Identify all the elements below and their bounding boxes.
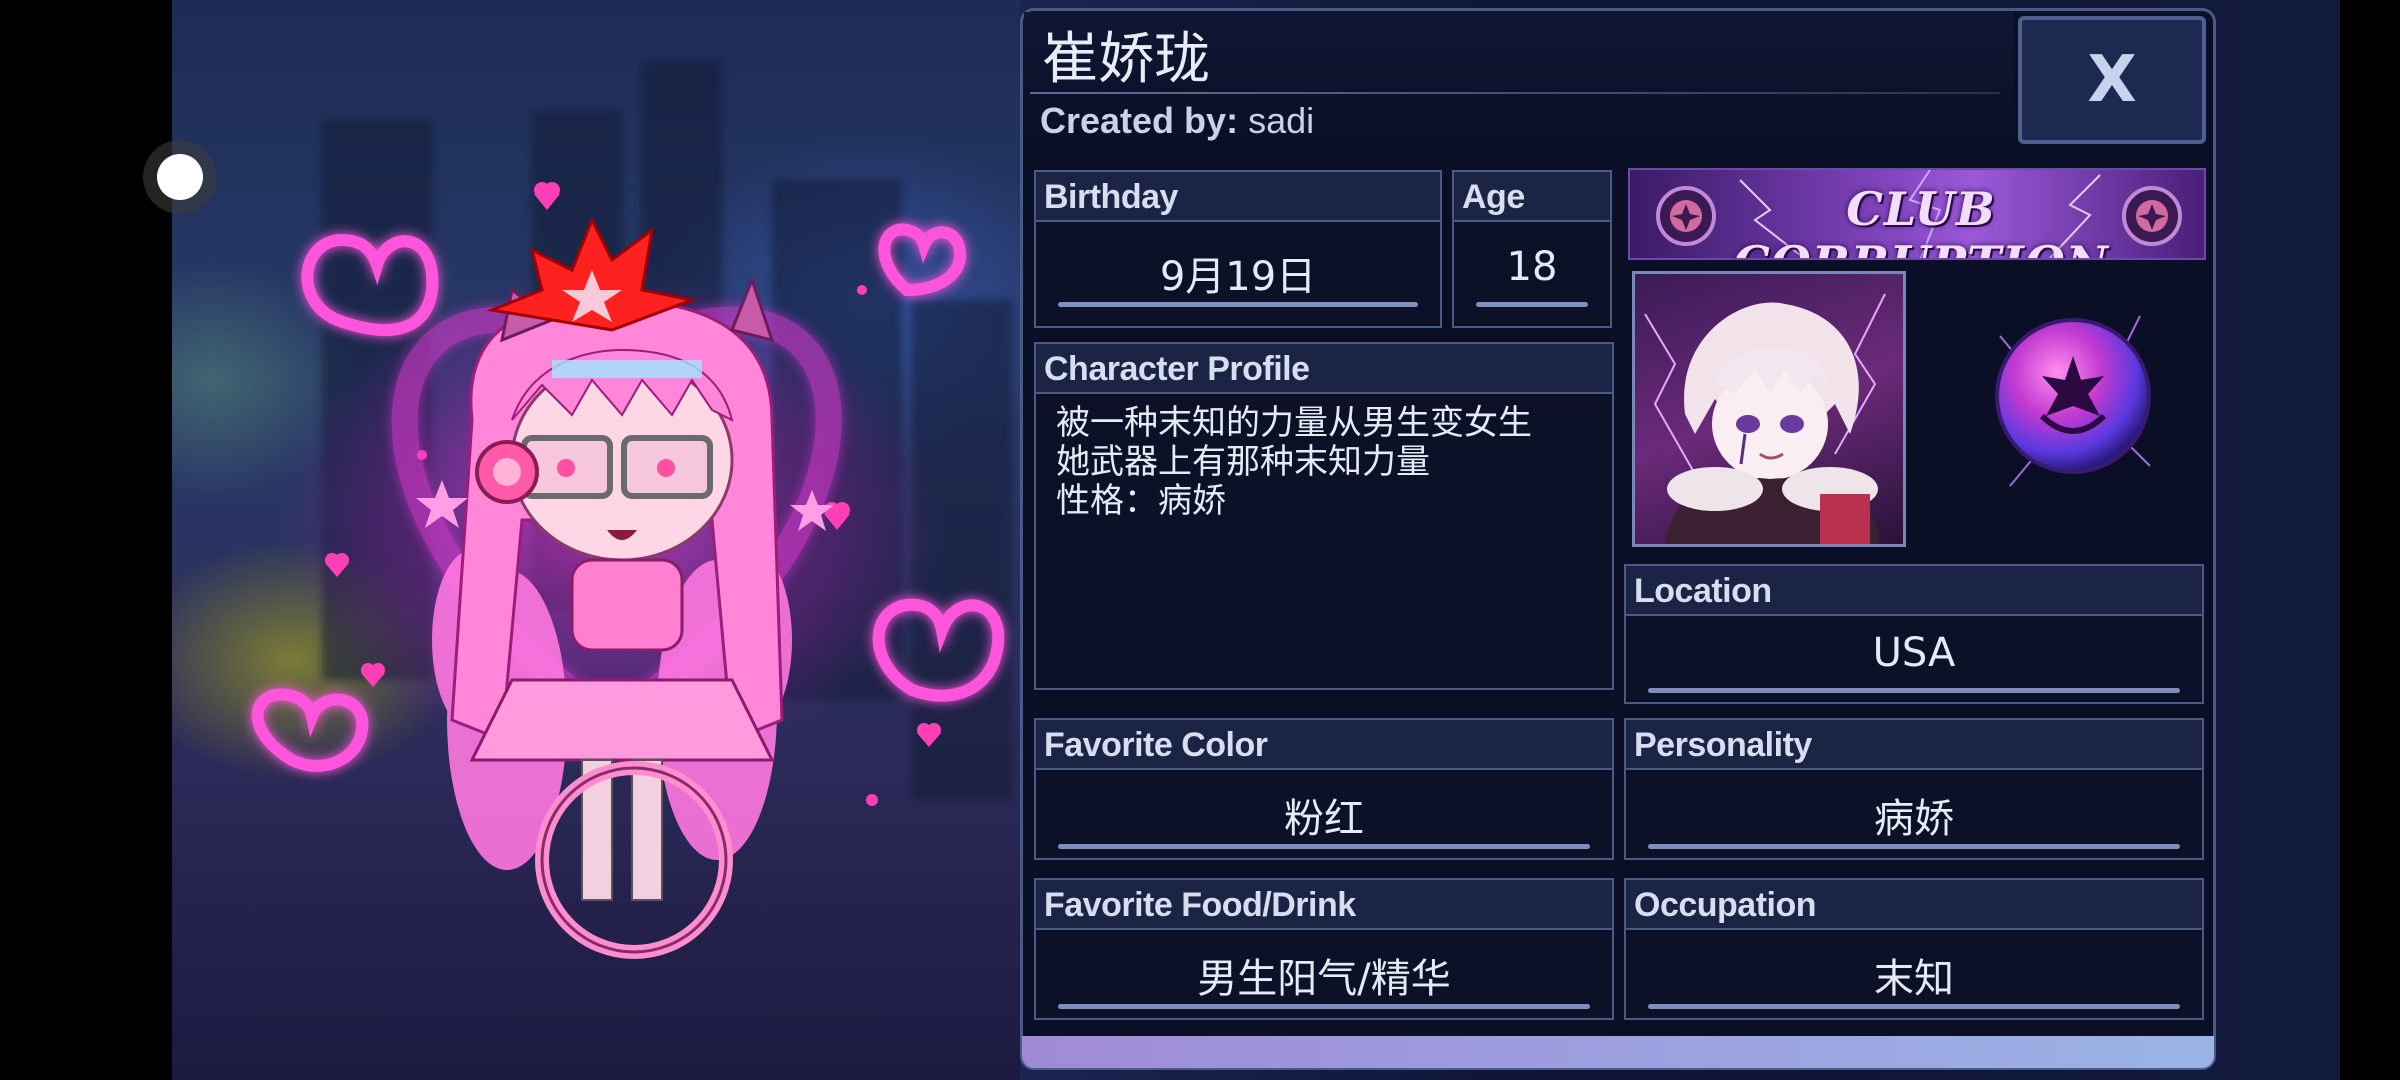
created-by-author: sadi <box>1248 100 1315 141</box>
club-banner: CLUB CORRUPTION <box>1628 168 2206 260</box>
favorite-color-box: Favorite Color 粉红 <box>1034 718 1614 860</box>
personality-underline <box>1648 844 2180 849</box>
character-portrait[interactable] <box>1632 271 1906 547</box>
header-divider <box>1030 92 2000 94</box>
neon-heart <box>301 233 439 336</box>
birthday-label: Birthday <box>1036 172 1440 222</box>
created-by-label: Created by: <box>1040 100 1239 141</box>
club-emblem-right-icon <box>2122 186 2182 246</box>
birthday-box: Birthday 9月19日 <box>1034 170 1442 328</box>
favorite-color-underline <box>1058 844 1590 849</box>
location-underline <box>1648 688 2180 693</box>
favorite-color-label: Favorite Color <box>1036 720 1612 770</box>
favorite-color-value: 粉红 <box>1284 796 1364 842</box>
favorite-food-value: 男生阳气/精华 <box>1197 956 1451 1002</box>
occupation-underline <box>1648 1004 2180 1009</box>
favorite-food-underline <box>1058 1004 1590 1009</box>
age-label: Age <box>1454 172 1610 222</box>
close-button[interactable]: X <box>2018 16 2206 144</box>
neon-heart <box>878 223 967 297</box>
personality-box: Personality 病娇 <box>1624 718 2204 860</box>
character-art <box>251 182 1005 959</box>
location-label: Location <box>1626 566 2202 616</box>
neon-heart <box>251 688 369 772</box>
personality-label: Personality <box>1626 720 2202 770</box>
club-name: CLUB CORRUPTION <box>1733 182 2108 258</box>
character-name: 崔娇珑 <box>1042 27 1210 92</box>
character-scene <box>172 0 1020 1080</box>
close-icon: X <box>2087 43 2137 117</box>
birthday-underline <box>1058 302 1418 307</box>
occupation-label: Occupation <box>1626 880 2202 930</box>
character-profile-box: Character Profile 被一种末知的力量从男生变女生 她武器上有那种… <box>1034 342 1614 690</box>
personality-value: 病娇 <box>1874 796 1954 842</box>
location-box: Location USA <box>1624 564 2204 704</box>
panel-footer-bar <box>1022 1036 2214 1068</box>
birthday-value: 9月19日 <box>1159 254 1317 300</box>
character-profile-label: Character Profile <box>1036 344 1612 394</box>
created-by: Created by: sadi <box>1040 100 1314 142</box>
screen-edge <box>2340 0 2400 1080</box>
skirt <box>469 678 775 762</box>
favorite-food-box: Favorite Food/Drink 男生阳气/精华 <box>1034 878 1614 1020</box>
age-underline <box>1476 302 1588 307</box>
occupation-value: 末知 <box>1874 956 1954 1002</box>
occupation-box: Occupation 末知 <box>1624 878 2204 1020</box>
location-value: USA <box>1872 630 1956 676</box>
age-box: Age 18 <box>1452 170 1612 328</box>
club-orb-icon <box>1995 315 2151 487</box>
floating-nav-button[interactable] <box>157 154 203 200</box>
favorite-food-label: Favorite Food/Drink <box>1036 880 1612 930</box>
club-emblem-left-icon <box>1656 186 1716 246</box>
age-value: 18 <box>1506 244 1558 290</box>
character-profile-text: 被一种末知的力量从男生变女生 她武器上有那种末知力量 性格：病娇 <box>1056 403 1532 521</box>
portrait-image <box>1644 293 1886 544</box>
